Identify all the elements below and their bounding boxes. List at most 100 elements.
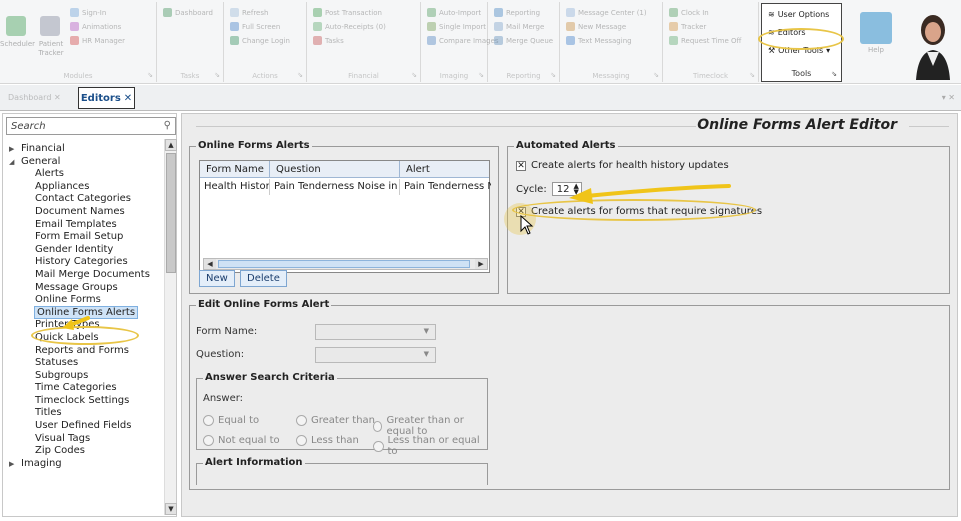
hscroll-thumb[interactable] (218, 260, 470, 268)
scroll-down-icon[interactable]: ▼ (165, 503, 177, 515)
radio-greater-than[interactable]: Greater than (296, 415, 375, 426)
sidebar-item-general[interactable]: ◢ General (7, 156, 163, 169)
collapse-icon[interactable]: ◢ (9, 156, 21, 169)
mail-merge-button[interactable]: Mail Merge (494, 22, 544, 31)
search-input[interactable]: Search ⚲ (6, 117, 176, 135)
financial-tasks-button[interactable]: Tasks (313, 36, 344, 45)
sidebar-item-time-categories[interactable]: Time Categories (7, 382, 163, 395)
radio-not-equal-to[interactable]: Not equal to (203, 435, 280, 446)
table-row[interactable]: Health History Pain Tenderness Noise in … (200, 179, 491, 195)
scrollbar-thumb[interactable] (166, 153, 176, 273)
sidebar-item-appliances[interactable]: Appliances (7, 181, 163, 194)
question-select[interactable]: ▼ (315, 347, 436, 363)
scroll-up-icon[interactable]: ▲ (165, 139, 177, 151)
close-icon[interactable]: ✕ (124, 93, 132, 104)
radio-less-than[interactable]: Less than (296, 435, 359, 446)
sidebar-item-label: Imaging (21, 457, 62, 469)
tracker-button[interactable]: Tracker (669, 22, 706, 31)
scroll-left-icon[interactable]: ◀ (204, 259, 216, 269)
help-icon[interactable] (860, 12, 892, 44)
sidebar-item-mail-merge-documents[interactable]: Mail Merge Documents (7, 269, 163, 282)
sidebar-item-visual-tags[interactable]: Visual Tags (7, 433, 163, 446)
sidebar-item-label: Statuses (35, 357, 79, 369)
health-history-alerts-row[interactable]: ✕ Create alerts for health history updat… (516, 160, 729, 171)
sidebar-item-user-defined-fields[interactable]: User Defined Fields (7, 420, 163, 433)
animations-button[interactable]: Animations (70, 22, 121, 31)
column-header-question[interactable]: Question (270, 161, 400, 178)
sidebar-item-titles[interactable]: Titles (7, 407, 163, 420)
expand-icon[interactable]: ▶ (9, 458, 21, 471)
column-header-alert[interactable]: Alert (400, 161, 491, 178)
reporting-button[interactable]: Reporting (494, 8, 540, 17)
sidebar-item-subgroups[interactable]: Subgroups (7, 370, 163, 383)
auto-receipts-button[interactable]: Auto-Receipts (0) (313, 22, 386, 31)
hr-manager-button[interactable]: HR Manager (70, 36, 125, 45)
modules-launcher-icon[interactable]: ⇘ (147, 71, 153, 79)
tab-list-chevron-icon[interactable]: ▾ ✕ (942, 93, 955, 102)
alert-information-legend: Alert Information (203, 457, 305, 468)
health-history-checkbox[interactable]: ✕ (516, 160, 526, 171)
answer-criteria-legend: Answer Search Criteria (203, 372, 337, 383)
post-transaction-button[interactable]: Post Transaction (313, 8, 382, 17)
scroll-right-icon[interactable]: ▶ (475, 259, 487, 269)
hr-manager-icon (70, 36, 79, 45)
sidebar-item-financial[interactable]: ▶ Financial (7, 143, 163, 156)
reporting-launcher-icon[interactable]: ⇘ (550, 71, 556, 79)
sidebar-item-document-names[interactable]: Document Names (7, 206, 163, 219)
actions-launcher-icon[interactable]: ⇘ (297, 71, 303, 79)
sign-in-button[interactable]: Sign-In (70, 8, 106, 17)
scheduler-icon[interactable] (6, 16, 26, 36)
expand-icon[interactable]: ▶ (9, 143, 21, 156)
radio-greater-equal[interactable]: Greater than or equal to (373, 415, 487, 437)
sidebar-item-reports-and-forms[interactable]: Reports and Forms (7, 345, 163, 358)
text-messaging-button[interactable]: Text Messaging (566, 36, 632, 45)
single-import-button[interactable]: Single Import (427, 22, 486, 31)
form-name-select[interactable]: ▼ (315, 324, 436, 340)
financial-launcher-icon[interactable]: ⇘ (411, 71, 417, 79)
messaging-launcher-icon[interactable]: ⇘ (653, 71, 659, 79)
sidebar-item-timeclock-settings[interactable]: Timeclock Settings (7, 395, 163, 408)
tab-dashboard[interactable]: Dashboard ✕ (8, 93, 61, 102)
dashboard-button[interactable]: Dashboard (163, 8, 213, 17)
sidebar-item-gender-identity[interactable]: Gender Identity (7, 244, 163, 257)
sidebar-item-history-categories[interactable]: History Categories (7, 256, 163, 269)
refresh-button[interactable]: Refresh (230, 8, 268, 17)
tasks-launcher-icon[interactable]: ⇘ (214, 71, 220, 79)
radio-less-equal[interactable]: Less than or equal to (373, 435, 487, 457)
single-import-icon (427, 22, 436, 31)
imaging-launcher-icon[interactable]: ⇘ (478, 71, 484, 79)
sidebar-item-imaging[interactable]: ▶ Imaging (7, 458, 163, 471)
patient-tracker-icon[interactable] (40, 16, 60, 36)
sidebar-item-message-groups[interactable]: Message Groups (7, 282, 163, 295)
change-login-button[interactable]: Change Login (230, 36, 290, 45)
merge-queue-button[interactable]: Merge Queue (494, 36, 553, 45)
message-center-button[interactable]: Message Center (1) (566, 8, 647, 17)
new-button[interactable]: New (199, 270, 235, 287)
grid-hscrollbar[interactable]: ◀ ▶ (203, 258, 488, 270)
sidebar-item-form-email-setup[interactable]: Form Email Setup (7, 231, 163, 244)
sidebar-item-statuses[interactable]: Statuses (7, 357, 163, 370)
sidebar-item-email-templates[interactable]: Email Templates (7, 219, 163, 232)
search-icon[interactable]: ⚲ (164, 120, 171, 131)
sidebar-item-alerts[interactable]: Alerts (7, 168, 163, 181)
user-options-button[interactable]: ≋ User Options (768, 10, 829, 19)
online-forms-alerts-group: Online Forms Alerts Form Name Question A… (189, 140, 499, 294)
new-message-button[interactable]: New Message (566, 22, 626, 31)
sidebar-scrollbar[interactable]: ▲ ▼ (164, 139, 177, 515)
ribbon: Scheduler Patient Tracker Sign-In Animat… (0, 0, 961, 84)
radio-equal-to[interactable]: Equal to (203, 415, 259, 426)
delete-button[interactable]: Delete (240, 270, 287, 287)
timeclock-launcher-icon[interactable]: ⇘ (749, 71, 755, 79)
sidebar-item-zip-codes[interactable]: Zip Codes (7, 445, 163, 458)
user-avatar[interactable] (910, 8, 956, 80)
sidebar-item-contact-categories[interactable]: Contact Categories (7, 193, 163, 206)
full-screen-button[interactable]: Full Screen (230, 22, 280, 31)
auto-import-button[interactable]: Auto-Import (427, 8, 481, 17)
sidebar-item-online-forms[interactable]: Online Forms (7, 294, 163, 307)
request-time-off-button[interactable]: Request Time Off (669, 36, 741, 45)
auto-receipts-icon (313, 22, 322, 31)
tools-launcher-icon[interactable]: ⇘ (831, 70, 837, 78)
tab-editors[interactable]: Editors ✕ (78, 87, 135, 109)
clock-in-button[interactable]: Clock In (669, 8, 709, 17)
column-header-form-name[interactable]: Form Name (200, 161, 270, 178)
